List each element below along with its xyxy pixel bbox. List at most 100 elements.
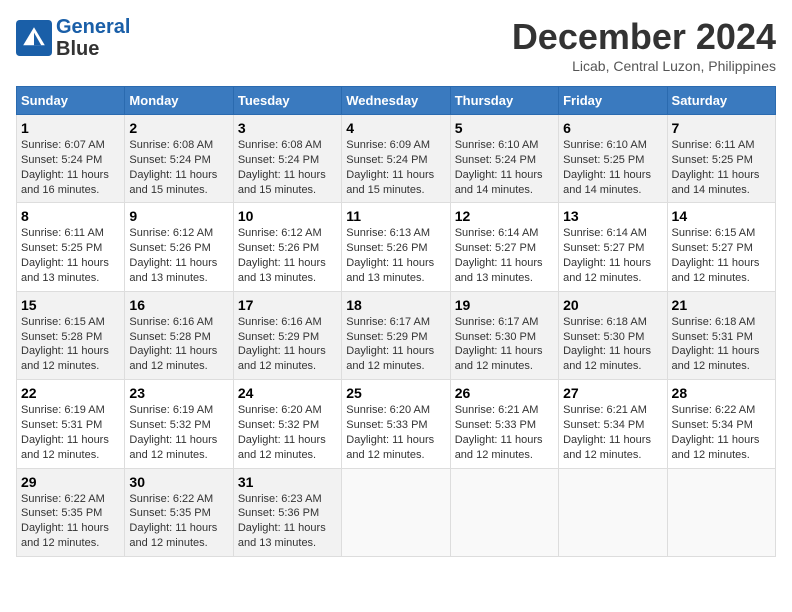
day-number: 10 <box>238 208 337 224</box>
day-number: 25 <box>346 385 445 401</box>
calendar-cell: 13Sunrise: 6:14 AMSunset: 5:27 PMDayligh… <box>559 203 667 291</box>
day-detail: Sunrise: 6:18 AMSunset: 5:30 PMDaylight:… <box>563 316 651 373</box>
calendar-cell: 27 Sunrise: 6:21 AMSunset: 5:34 PMDayligh… <box>559 380 667 468</box>
day-number: 14 <box>672 208 771 224</box>
logo: General Blue <box>16 16 130 60</box>
calendar-cell: 30 Sunrise: 6:22 AMSunset: 5:35 PMDayligh… <box>125 468 233 556</box>
calendar-cell: 2 Sunrise: 6:08 AMSunset: 5:24 PMDaylight… <box>125 115 233 203</box>
calendar-cell: 31 Sunrise: 6:23 AMSunset: 5:36 PMDayligh… <box>233 468 341 556</box>
day-number: 8 <box>21 208 120 224</box>
day-number: 30 <box>129 474 228 490</box>
day-number: 19 <box>455 297 554 313</box>
logo-text: General Blue <box>56 16 130 60</box>
day-number: 6 <box>563 120 662 136</box>
day-number: 12 <box>455 208 554 224</box>
calendar-cell <box>667 468 775 556</box>
day-number: 27 <box>563 385 662 401</box>
calendar-cell: 20 Sunrise: 6:18 AMSunset: 5:30 PMDayligh… <box>559 291 667 379</box>
calendar-cell: 12 Sunrise: 6:14 AMSunset: 5:27 PMDayligh… <box>450 203 558 291</box>
calendar-cell: 1Sunrise: 6:07 AMSunset: 5:24 PMDaylight… <box>17 115 125 203</box>
day-detail: Sunrise: 6:20 AMSunset: 5:32 PMDaylight:… <box>238 404 326 461</box>
day-number: 21 <box>672 297 771 313</box>
day-detail: Sunrise: 6:15 AMSunset: 5:28 PMDaylight:… <box>21 316 109 373</box>
day-detail: Sunrise: 6:11 AMSunset: 5:25 PMDaylight:… <box>672 139 760 196</box>
day-number: 15 <box>21 297 120 313</box>
calendar-cell: 25 Sunrise: 6:20 AMSunset: 5:33 PMDayligh… <box>342 380 450 468</box>
weekday-header-saturday: Saturday <box>667 87 775 115</box>
day-number: 11 <box>346 208 445 224</box>
day-detail: Sunrise: 6:18 AMSunset: 5:31 PMDaylight:… <box>672 316 760 373</box>
weekday-header-thursday: Thursday <box>450 87 558 115</box>
calendar-cell: 10 Sunrise: 6:12 AMSunset: 5:26 PMDayligh… <box>233 203 341 291</box>
day-detail: Sunrise: 6:22 AMSunset: 5:35 PMDaylight:… <box>129 493 217 550</box>
calendar-cell <box>342 468 450 556</box>
calendar-cell: 16Sunrise: 6:16 AMSunset: 5:28 PMDayligh… <box>125 291 233 379</box>
day-detail: Sunrise: 6:13 AMSunset: 5:26 PMDaylight:… <box>346 227 434 284</box>
calendar-cell: 22 Sunrise: 6:19 AMSunset: 5:31 PMDayligh… <box>17 380 125 468</box>
week-row-3: 15 Sunrise: 6:15 AMSunset: 5:28 PMDayligh… <box>17 291 776 379</box>
week-row-1: 1Sunrise: 6:07 AMSunset: 5:24 PMDaylight… <box>17 115 776 203</box>
day-detail: Sunrise: 6:11 AMSunset: 5:25 PMDaylight:… <box>21 227 109 284</box>
calendar-cell: 23Sunrise: 6:19 AMSunset: 5:32 PMDayligh… <box>125 380 233 468</box>
calendar-cell: 5 Sunrise: 6:10 AMSunset: 5:24 PMDaylight… <box>450 115 558 203</box>
day-detail: Sunrise: 6:10 AMSunset: 5:25 PMDaylight:… <box>563 139 651 196</box>
title-block: December 2024 Licab, Central Luzon, Phil… <box>512 16 776 74</box>
weekday-header-tuesday: Tuesday <box>233 87 341 115</box>
calendar-cell: 28 Sunrise: 6:22 AMSunset: 5:34 PMDayligh… <box>667 380 775 468</box>
calendar-cell: 6 Sunrise: 6:10 AMSunset: 5:25 PMDaylight… <box>559 115 667 203</box>
day-number: 18 <box>346 297 445 313</box>
calendar-table: SundayMondayTuesdayWednesdayThursdayFrid… <box>16 86 776 557</box>
calendar-cell: 14Sunrise: 6:15 AMSunset: 5:27 PMDayligh… <box>667 203 775 291</box>
day-number: 7 <box>672 120 771 136</box>
weekday-header-monday: Monday <box>125 87 233 115</box>
day-detail: Sunrise: 6:10 AMSunset: 5:24 PMDaylight:… <box>455 139 543 196</box>
day-detail: Sunrise: 6:22 AMSunset: 5:34 PMDaylight:… <box>672 404 760 461</box>
day-detail: Sunrise: 6:19 AMSunset: 5:31 PMDaylight:… <box>21 404 109 461</box>
day-detail: Sunrise: 6:23 AMSunset: 5:36 PMDaylight:… <box>238 493 326 550</box>
day-number: 16 <box>129 297 228 313</box>
day-detail: Sunrise: 6:08 AMSunset: 5:24 PMDaylight:… <box>238 139 326 196</box>
day-number: 31 <box>238 474 337 490</box>
day-detail: Sunrise: 6:21 AMSunset: 5:34 PMDaylight:… <box>563 404 651 461</box>
day-number: 26 <box>455 385 554 401</box>
weekday-header-sunday: Sunday <box>17 87 125 115</box>
weekday-header-wednesday: Wednesday <box>342 87 450 115</box>
week-row-4: 22 Sunrise: 6:19 AMSunset: 5:31 PMDayligh… <box>17 380 776 468</box>
calendar-cell: 17Sunrise: 6:16 AMSunset: 5:29 PMDayligh… <box>233 291 341 379</box>
day-detail: Sunrise: 6:14 AMSunset: 5:27 PMDaylight:… <box>455 227 543 284</box>
calendar-cell: 29 Sunrise: 6:22 AMSunset: 5:35 PMDayligh… <box>17 468 125 556</box>
day-number: 20 <box>563 297 662 313</box>
day-detail: Sunrise: 6:12 AMSunset: 5:26 PMDaylight:… <box>129 227 217 284</box>
day-number: 13 <box>563 208 662 224</box>
week-row-5: 29 Sunrise: 6:22 AMSunset: 5:35 PMDayligh… <box>17 468 776 556</box>
day-number: 5 <box>455 120 554 136</box>
calendar-cell: 11 Sunrise: 6:13 AMSunset: 5:26 PMDayligh… <box>342 203 450 291</box>
day-detail: Sunrise: 6:08 AMSunset: 5:24 PMDaylight:… <box>129 139 217 196</box>
calendar-cell: 18Sunrise: 6:17 AMSunset: 5:29 PMDayligh… <box>342 291 450 379</box>
day-number: 29 <box>21 474 120 490</box>
day-detail: Sunrise: 6:12 AMSunset: 5:26 PMDaylight:… <box>238 227 326 284</box>
day-number: 3 <box>238 120 337 136</box>
day-detail: Sunrise: 6:09 AMSunset: 5:24 PMDaylight:… <box>346 139 434 196</box>
calendar-cell: 7 Sunrise: 6:11 AMSunset: 5:25 PMDaylight… <box>667 115 775 203</box>
day-detail: Sunrise: 6:20 AMSunset: 5:33 PMDaylight:… <box>346 404 434 461</box>
calendar-cell: 26 Sunrise: 6:21 AMSunset: 5:33 PMDayligh… <box>450 380 558 468</box>
calendar-cell: 21 Sunrise: 6:18 AMSunset: 5:31 PMDayligh… <box>667 291 775 379</box>
day-detail: Sunrise: 6:16 AMSunset: 5:29 PMDaylight:… <box>238 316 326 373</box>
calendar-cell: 9 Sunrise: 6:12 AMSunset: 5:26 PMDaylight… <box>125 203 233 291</box>
day-number: 22 <box>21 385 120 401</box>
day-number: 9 <box>129 208 228 224</box>
day-number: 28 <box>672 385 771 401</box>
calendar-cell: 4 Sunrise: 6:09 AMSunset: 5:24 PMDaylight… <box>342 115 450 203</box>
day-detail: Sunrise: 6:17 AMSunset: 5:30 PMDaylight:… <box>455 316 543 373</box>
calendar-cell: 19 Sunrise: 6:17 AMSunset: 5:30 PMDayligh… <box>450 291 558 379</box>
week-row-2: 8 Sunrise: 6:11 AMSunset: 5:25 PMDaylight… <box>17 203 776 291</box>
day-detail: Sunrise: 6:22 AMSunset: 5:35 PMDaylight:… <box>21 493 109 550</box>
day-number: 4 <box>346 120 445 136</box>
calendar-cell <box>450 468 558 556</box>
day-detail: Sunrise: 6:07 AMSunset: 5:24 PMDaylight:… <box>21 139 109 196</box>
calendar-cell: 24Sunrise: 6:20 AMSunset: 5:32 PMDayligh… <box>233 380 341 468</box>
day-number: 2 <box>129 120 228 136</box>
day-detail: Sunrise: 6:21 AMSunset: 5:33 PMDaylight:… <box>455 404 543 461</box>
calendar-cell: 8 Sunrise: 6:11 AMSunset: 5:25 PMDaylight… <box>17 203 125 291</box>
